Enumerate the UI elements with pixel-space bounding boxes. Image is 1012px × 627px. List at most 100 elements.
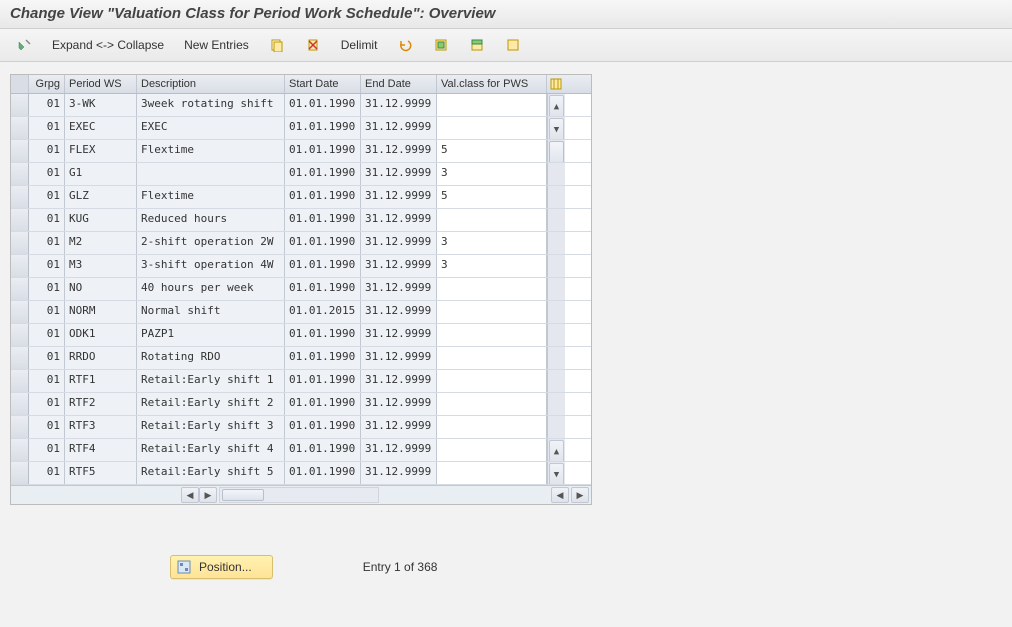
row-selector[interactable]: [11, 94, 29, 116]
table-row[interactable]: 01RTF2Retail:Early shift 201.01.199031.1…: [11, 393, 591, 416]
table-row[interactable]: 01G101.01.199031.12.99993: [11, 163, 591, 186]
vscroll-thumb[interactable]: [549, 141, 564, 162]
row-selector[interactable]: [11, 117, 29, 139]
position-button[interactable]: Position...: [170, 555, 273, 579]
table-row[interactable]: 01GLZFlextime01.01.199031.12.99995: [11, 186, 591, 209]
new-entries-button[interactable]: New Entries: [176, 38, 257, 52]
table-row[interactable]: 01M22-shift operation 2W01.01.199031.12.…: [11, 232, 591, 255]
cell-val-class[interactable]: [437, 370, 547, 392]
col-period-ws[interactable]: Period WS: [65, 75, 137, 93]
copy-icon[interactable]: [261, 33, 293, 57]
select-all-icon[interactable]: [425, 33, 457, 57]
row-selector[interactable]: [11, 324, 29, 346]
scroll-left-icon[interactable]: ◀: [181, 487, 199, 503]
cell-val-class[interactable]: [437, 347, 547, 369]
hscroll-thumb[interactable]: [222, 489, 264, 501]
scroll-down-icon[interactable]: ▼: [549, 118, 564, 139]
row-selector[interactable]: [11, 209, 29, 231]
cell-val-class[interactable]: 3: [437, 255, 547, 277]
row-selector[interactable]: [11, 255, 29, 277]
cell-val-class[interactable]: 5: [437, 140, 547, 162]
vscroll-cell[interactable]: [547, 186, 565, 208]
hscroll-track[interactable]: [219, 487, 379, 503]
cell-val-class[interactable]: [437, 209, 547, 231]
row-selector[interactable]: [11, 393, 29, 415]
vscroll-cell[interactable]: [547, 209, 565, 231]
vscroll-cell[interactable]: [547, 163, 565, 185]
cell-val-class[interactable]: 3: [437, 163, 547, 185]
select-all-column[interactable]: [11, 75, 29, 93]
table-row[interactable]: 01NO40 hours per week01.01.199031.12.999…: [11, 278, 591, 301]
cell-val-class[interactable]: [437, 324, 547, 346]
row-selector[interactable]: [11, 439, 29, 461]
table-row[interactable]: 01RRDORotating RDO01.01.199031.12.9999: [11, 347, 591, 370]
delete-icon[interactable]: [297, 33, 329, 57]
vscroll-cell[interactable]: [547, 232, 565, 254]
row-selector[interactable]: [11, 186, 29, 208]
table-row[interactable]: 01ODK1PAZP101.01.199031.12.9999: [11, 324, 591, 347]
vscroll-cell[interactable]: [547, 347, 565, 369]
table-row[interactable]: 01RTF3Retail:Early shift 301.01.199031.1…: [11, 416, 591, 439]
table-row[interactable]: 013-WK3week rotating shift01.01.199031.1…: [11, 94, 591, 117]
table-row[interactable]: 01RTF4Retail:Early shift 401.01.199031.1…: [11, 439, 591, 462]
cell-val-class[interactable]: [437, 301, 547, 323]
cell-val-class[interactable]: [437, 393, 547, 415]
vscroll-cell[interactable]: [547, 393, 565, 415]
deselect-all-icon[interactable]: [497, 33, 529, 57]
row-selector[interactable]: [11, 278, 29, 300]
vscroll-cell[interactable]: [547, 370, 565, 392]
vscroll-cell[interactable]: ▼: [547, 462, 565, 484]
row-selector[interactable]: [11, 347, 29, 369]
toggle-icon[interactable]: [8, 33, 40, 57]
vscroll-cell[interactable]: [547, 416, 565, 438]
cell-val-class[interactable]: [437, 439, 547, 461]
vscroll-cell[interactable]: ▼: [547, 117, 565, 139]
cell-val-class[interactable]: [437, 94, 547, 116]
scroll-left2-icon[interactable]: ◀: [551, 487, 569, 503]
table-row[interactable]: 01RTF5Retail:Early shift 501.01.199031.1…: [11, 462, 591, 485]
row-selector[interactable]: [11, 462, 29, 484]
table-row[interactable]: 01KUGReduced hours01.01.199031.12.9999: [11, 209, 591, 232]
table-row[interactable]: 01M33-shift operation 4W01.01.199031.12.…: [11, 255, 591, 278]
cell-val-class[interactable]: [437, 462, 547, 484]
vscroll-cell[interactable]: [547, 140, 565, 162]
row-selector[interactable]: [11, 416, 29, 438]
table-row[interactable]: 01EXECEXEC01.01.199031.12.9999▼: [11, 117, 591, 140]
delimit-button[interactable]: Delimit: [333, 38, 386, 52]
cell-val-class[interactable]: [437, 278, 547, 300]
cell-grpg: 01: [29, 439, 65, 461]
col-val-class[interactable]: Val.class for PWS: [437, 75, 547, 93]
row-selector[interactable]: [11, 301, 29, 323]
select-block-icon[interactable]: [461, 33, 493, 57]
vscroll-cell[interactable]: [547, 278, 565, 300]
scroll-down2-icon[interactable]: ▼: [549, 463, 564, 484]
scroll-right-icon[interactable]: ▶: [199, 487, 217, 503]
table-row[interactable]: 01RTF1Retail:Early shift 101.01.199031.1…: [11, 370, 591, 393]
cell-val-class[interactable]: [437, 416, 547, 438]
undo-icon[interactable]: [389, 33, 421, 57]
vscroll-cell[interactable]: [547, 301, 565, 323]
cell-val-class[interactable]: [437, 117, 547, 139]
scroll-up2-icon[interactable]: ▲: [549, 440, 564, 461]
cell-val-class[interactable]: 5: [437, 186, 547, 208]
row-selector[interactable]: [11, 232, 29, 254]
col-start-date[interactable]: Start Date: [285, 75, 361, 93]
vscroll-cell[interactable]: ▲: [547, 94, 565, 116]
table-row[interactable]: 01NORMNormal shift01.01.201531.12.9999: [11, 301, 591, 324]
scroll-up-icon[interactable]: ▲: [549, 95, 564, 116]
cell-val-class[interactable]: 3: [437, 232, 547, 254]
expand-collapse-button[interactable]: Expand <-> Collapse: [44, 38, 172, 52]
configure-columns-icon[interactable]: [547, 75, 565, 93]
row-selector[interactable]: [11, 140, 29, 162]
vscroll-cell[interactable]: [547, 324, 565, 346]
vscroll-cell[interactable]: [547, 255, 565, 277]
vscroll-cell[interactable]: ▲: [547, 439, 565, 461]
col-end-date[interactable]: End Date: [361, 75, 437, 93]
col-grpg[interactable]: Grpg: [29, 75, 65, 93]
row-selector[interactable]: [11, 163, 29, 185]
hscroll[interactable]: ◀ ▶: [181, 487, 381, 503]
table-row[interactable]: 01FLEXFlextime01.01.199031.12.99995: [11, 140, 591, 163]
row-selector[interactable]: [11, 370, 29, 392]
scroll-right2-icon[interactable]: ▶: [571, 487, 589, 503]
col-description[interactable]: Description: [137, 75, 285, 93]
